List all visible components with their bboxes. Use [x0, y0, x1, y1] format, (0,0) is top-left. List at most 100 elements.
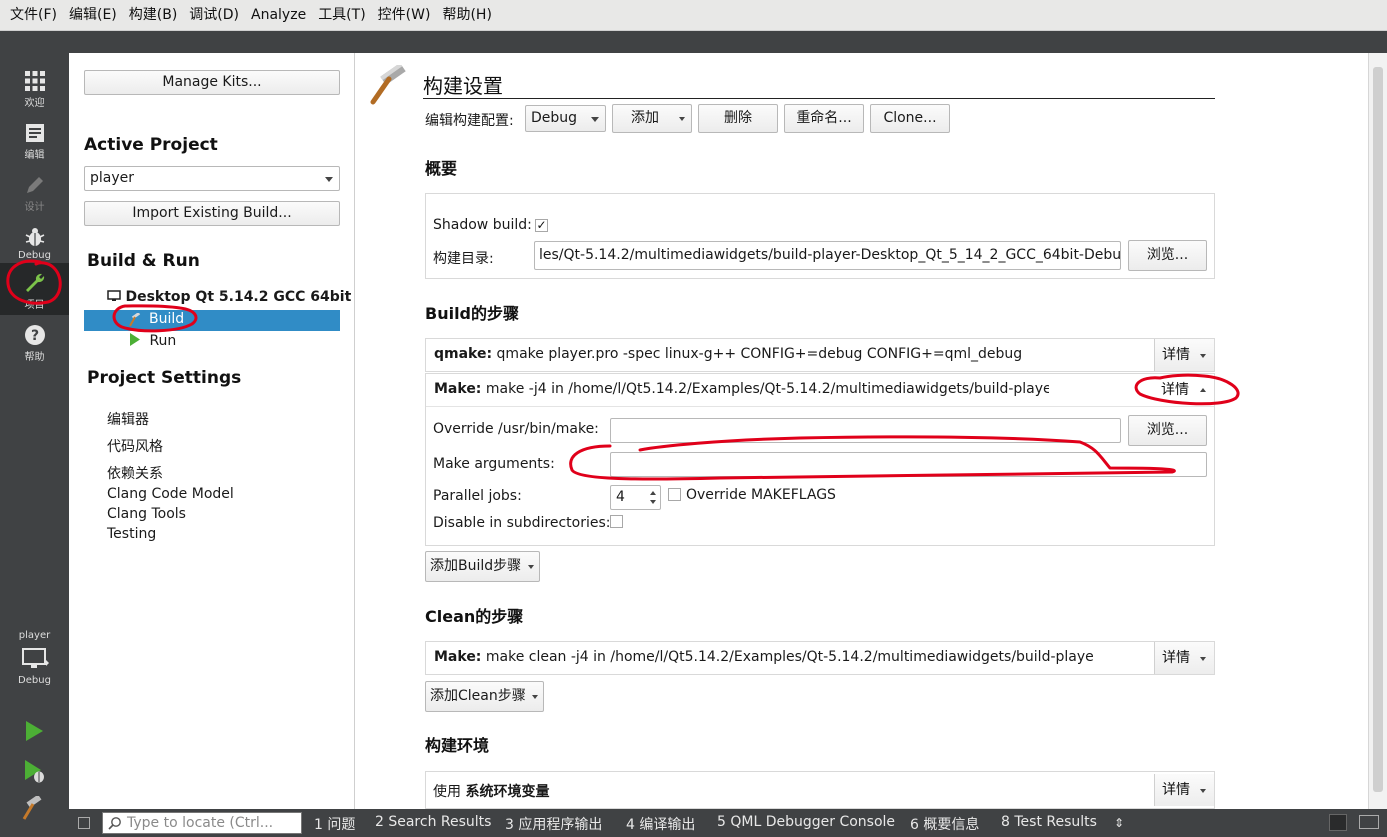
mode-welcome[interactable]: 欢迎: [0, 61, 69, 113]
clean-make-text: make clean -j4 in /home/l/Qt5.14.2/Examp…: [485, 649, 1094, 665]
project-select-value: player: [90, 170, 135, 186]
add-build-step-label: 添加Build步骤: [430, 558, 522, 574]
build-settings-panel: 构建设置 编辑构建配置: Debug 添加 删除 重命名... Clone...…: [355, 53, 1368, 809]
debug-run-icon[interactable]: [22, 758, 46, 784]
menu-tools[interactable]: 工具(T): [312, 0, 371, 31]
menu-bar: 文件(F) 编辑(E) 构建(B) 调试(D) Analyze 工具(T) 控件…: [0, 0, 1387, 31]
shadow-build-checkbox[interactable]: ✓: [535, 219, 548, 232]
override-makeflags-label: Override MAKEFLAGS: [686, 487, 836, 503]
pane-qml-debugger[interactable]: 5 QML Debugger Console: [717, 814, 895, 830]
chevron-down-icon: [1200, 354, 1206, 358]
more-panes-icon[interactable]: ⇕: [1114, 816, 1124, 830]
make-text: make -j4 in /home/l/Qt5.14.2/Examples/Qt…: [485, 381, 1049, 397]
pane-compile-output[interactable]: 4 编译输出: [626, 814, 695, 834]
sidebar-toggle-icon[interactable]: [78, 817, 90, 829]
svg-text:?: ?: [30, 328, 38, 344]
shadow-build-label: Shadow build:: [433, 217, 532, 233]
override-makeflags-checkbox[interactable]: [668, 488, 681, 501]
chevron-up-icon[interactable]: [650, 491, 656, 495]
menu-debug[interactable]: 调试(D): [183, 0, 245, 31]
remove-config-button[interactable]: 删除: [698, 104, 778, 133]
clean-details-button[interactable]: 详情: [1154, 642, 1214, 674]
menu-edit[interactable]: 编辑(E): [63, 0, 123, 31]
menu-file[interactable]: 文件(F): [4, 0, 63, 31]
chevron-down-icon: [532, 695, 538, 699]
clean-make-summary: Make: make clean -j4 in /home/l/Qt5.14.2…: [434, 649, 1094, 665]
disable-subdirs-checkbox[interactable]: [610, 515, 623, 528]
override-make-input[interactable]: [610, 418, 1121, 443]
menu-widgets[interactable]: 控件(W): [372, 0, 437, 31]
hammer-icon: [129, 313, 141, 327]
settings-dependencies[interactable]: 依赖关系: [107, 463, 163, 483]
details-label: 详情: [1162, 347, 1190, 363]
pane-search-results[interactable]: 2 Search Results: [375, 814, 491, 830]
chevron-down-icon[interactable]: [650, 500, 656, 504]
add-clean-step-button[interactable]: 添加Clean步骤: [425, 681, 544, 712]
output-pane-toggle-icon[interactable]: [1329, 814, 1347, 831]
qmake-summary: qmake: qmake player.pro -spec linux-g++ …: [434, 346, 1022, 362]
run-icon[interactable]: [22, 719, 46, 743]
pencil-icon: [26, 177, 43, 193]
settings-clang-tools[interactable]: Clang Tools: [107, 506, 186, 522]
target-selector[interactable]: player Debug: [0, 630, 69, 702]
active-project-heading: Active Project: [84, 135, 218, 155]
project-navigation-pane: Manage Kits... Active Project player Imp…: [69, 53, 355, 809]
pane-general-messages[interactable]: 6 概要信息: [910, 814, 979, 834]
project-select[interactable]: player: [84, 166, 340, 191]
add-config-label: 添加: [631, 110, 659, 126]
manage-kits-button[interactable]: Manage Kits...: [84, 70, 340, 95]
kit-name: Desktop Qt 5.14.2 GCC 64bit: [125, 289, 352, 305]
kit-item[interactable]: Desktop Qt 5.14.2 GCC 64bit: [107, 289, 351, 305]
menu-build[interactable]: 构建(B): [123, 0, 184, 31]
make-arguments-input[interactable]: [610, 452, 1207, 477]
pane-test-results[interactable]: 8 Test Results: [1001, 814, 1097, 830]
pane-app-output[interactable]: 3 应用程序输出: [505, 814, 602, 834]
menu-help[interactable]: 帮助(H): [436, 0, 497, 31]
kit-build-item[interactable]: Build: [84, 310, 340, 331]
locator-input[interactable]: Type to locate (Ctrl...: [102, 812, 302, 834]
qmake-label: qmake:: [434, 346, 493, 362]
add-build-step-button[interactable]: 添加Build步骤: [425, 551, 540, 582]
build-dir-input[interactable]: les/Qt-5.14.2/multimediawidgets/build-pl…: [534, 241, 1121, 270]
document-icon: [25, 124, 44, 142]
env-details-button[interactable]: 详情: [1154, 774, 1214, 806]
menu-analyze[interactable]: Analyze: [245, 0, 312, 31]
monitor-icon: [107, 290, 121, 301]
mode-debug[interactable]: Debug: [0, 217, 69, 269]
settings-clang-code-model[interactable]: Clang Code Model: [107, 486, 234, 502]
mode-design[interactable]: 设计: [0, 165, 69, 217]
clone-config-button[interactable]: Clone...: [870, 104, 950, 133]
build-dir-label: 构建目录:: [433, 251, 494, 267]
build-config-select[interactable]: Debug: [525, 105, 606, 132]
pane-issues[interactable]: 1 问题: [314, 814, 355, 834]
chevron-down-icon: [1200, 657, 1206, 661]
mode-help[interactable]: ? 帮助: [0, 315, 69, 367]
build-env-heading: 构建环境: [425, 736, 490, 755]
mode-edit[interactable]: 编辑: [0, 113, 69, 165]
make-details-button[interactable]: 详情: [1154, 374, 1214, 406]
add-config-button[interactable]: 添加: [612, 104, 692, 133]
clean-make-label: Make:: [434, 649, 482, 665]
import-existing-build-button[interactable]: Import Existing Build...: [84, 201, 340, 226]
mode-label: 欢迎: [24, 98, 45, 109]
progress-details-icon[interactable]: [1359, 815, 1379, 829]
browse-make-button[interactable]: 浏览...: [1128, 415, 1207, 446]
mode-projects[interactable]: 项目: [0, 263, 69, 315]
settings-code-style[interactable]: 代码风格: [107, 436, 163, 456]
rename-config-button[interactable]: 重命名...: [784, 104, 864, 133]
vertical-scrollbar[interactable]: [1368, 53, 1387, 809]
page-title: 构建设置: [423, 74, 503, 98]
hammer-icon[interactable]: [21, 796, 47, 822]
parallel-jobs-label: Parallel jobs:: [433, 488, 522, 504]
scrollbar-thumb[interactable]: [1373, 67, 1383, 792]
settings-testing[interactable]: Testing: [107, 526, 156, 542]
browse-build-dir-button[interactable]: 浏览...: [1128, 240, 1207, 271]
details-label: 详情: [1162, 782, 1190, 798]
kit-run-item[interactable]: Run: [129, 333, 176, 349]
run-label: Run: [149, 333, 177, 349]
parallel-jobs-spinbox[interactable]: 4: [610, 485, 661, 510]
qmake-text: qmake player.pro -spec linux-g++ CONFIG+…: [496, 346, 1023, 362]
settings-editor[interactable]: 编辑器: [107, 409, 149, 429]
locator-placeholder: Type to locate (Ctrl...: [127, 815, 274, 831]
qmake-details-button[interactable]: 详情: [1154, 339, 1214, 371]
